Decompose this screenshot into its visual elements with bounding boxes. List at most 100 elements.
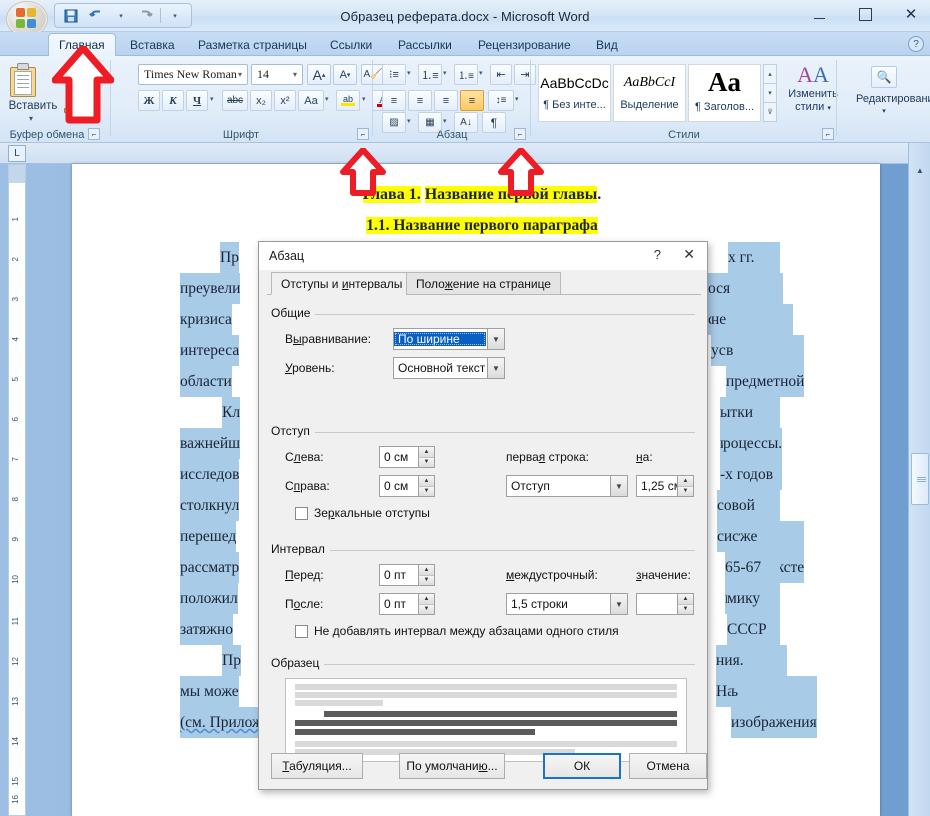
align-justify-icon[interactable]: ≡	[460, 90, 484, 111]
special-indent-combo[interactable]: Отступ ▼	[506, 475, 628, 497]
spacing-before-spinner[interactable]: 0 пт ▲▼	[379, 564, 435, 586]
grow-font-icon[interactable]: A▴	[307, 64, 331, 85]
spinner-arrows-icon[interactable]: ▲▼	[677, 594, 693, 614]
align-left-icon[interactable]: ≡	[382, 90, 406, 111]
tab-stop-selector[interactable]: L	[8, 145, 26, 162]
font-size-combo[interactable]: 14 ▾	[251, 64, 303, 85]
spacing-at-spinner[interactable]: ▲▼	[636, 593, 694, 615]
line-spacing-icon[interactable]: ↕≡	[488, 90, 514, 111]
align-center-icon[interactable]: ≡	[408, 90, 432, 111]
styles-scroll-down-icon[interactable]: ▾	[763, 84, 777, 103]
spinner-arrows-icon[interactable]: ▲▼	[418, 594, 434, 614]
mirror-indents-checkbox[interactable]: Зеркальные отступы	[295, 506, 430, 520]
editing-button[interactable]: 🔍 Редактирование ▾	[856, 66, 912, 115]
tab-recenzirovanie[interactable]: Рецензирование	[468, 33, 581, 56]
indent-by-spinner[interactable]: 1,25 см ▲▼	[636, 475, 694, 497]
outline-level-combo[interactable]: Основной текст ▼	[393, 357, 505, 379]
tabs-button[interactable]: Табуляция...	[271, 753, 363, 779]
chevron-down-icon[interactable]: ▼	[610, 476, 627, 496]
change-styles-button[interactable]: AA Изменить стили ▾	[784, 62, 842, 115]
customize-qat-icon[interactable]: ▾	[164, 6, 186, 26]
styles-gallery-scroll[interactable]: ▴ ▾ ⊽	[763, 64, 777, 122]
tab-rassylki[interactable]: Рассылки	[388, 33, 462, 56]
ok-button[interactable]: ОК	[543, 753, 621, 779]
minimize-button[interactable]	[806, 2, 832, 26]
styles-scroll-up-icon[interactable]: ▴	[763, 64, 777, 84]
numbering-icon[interactable]: ⒈≡	[418, 64, 442, 85]
dont-add-space-checkbox[interactable]: Не добавлять интервал между абзацами одн…	[295, 624, 619, 638]
spinner-arrows-icon[interactable]: ▲▼	[677, 476, 693, 496]
clipboard-dialog-launcher[interactable]: ⌐	[88, 128, 100, 140]
borders-dropdown-icon[interactable]: ▾	[443, 117, 447, 125]
maximize-button[interactable]	[852, 2, 878, 26]
undo-icon[interactable]	[85, 6, 107, 26]
horizontal-ruler[interactable]: 3 2 1 1 1 2 3 4 5 6 7 8 9 10 11 12 13 14…	[0, 143, 908, 164]
close-button[interactable]: ✕	[898, 2, 924, 26]
shrink-font-icon[interactable]: A▾	[333, 64, 357, 85]
undo-dropdown-icon[interactable]: ▾	[110, 6, 132, 26]
styles-more-icon[interactable]: ⊽	[763, 103, 777, 122]
highlight-icon[interactable]: ab	[336, 90, 360, 111]
line-spacing-combo[interactable]: 1,5 строки ▼	[506, 593, 628, 615]
change-case-dropdown-icon[interactable]: ▾	[325, 95, 329, 103]
multilevel-list-icon[interactable]: ⒈≡	[454, 64, 478, 85]
style-item-2[interactable]: Aa ¶ Заголов...	[688, 64, 761, 122]
spinner-arrows-icon[interactable]: ▲▼	[418, 565, 434, 585]
dialog-tab-indents[interactable]: Отступы и интервалы	[271, 272, 412, 295]
subscript-icon[interactable]: x₂	[250, 90, 272, 111]
vertical-ruler[interactable]: 1 2 3 4 5 6 7 8 9 10 11 12 13 14 15 16	[8, 164, 26, 816]
chevron-down-icon[interactable]: ▼	[487, 358, 504, 378]
highlight-dropdown-icon[interactable]: ▾	[362, 95, 366, 103]
help-icon[interactable]: ?	[908, 36, 924, 52]
spinner-arrows-icon[interactable]: ▲▼	[418, 476, 434, 496]
paste-dropdown-icon[interactable]: ▾	[29, 114, 33, 123]
spacing-after-spinner[interactable]: 0 пт ▲▼	[379, 593, 435, 615]
font-dialog-launcher[interactable]: ⌐	[357, 128, 369, 140]
indent-left-spinner[interactable]: 0 см ▲▼	[379, 446, 435, 468]
paste-icon[interactable]	[8, 62, 38, 98]
multilevel-dropdown-icon[interactable]: ▾	[479, 69, 483, 77]
shading-dropdown-icon[interactable]: ▾	[407, 117, 411, 125]
align-right-icon[interactable]: ≡	[434, 90, 458, 111]
increase-indent-icon[interactable]: ⇥	[514, 64, 536, 85]
cancel-button[interactable]: Отмена	[629, 753, 707, 779]
underline-dropdown-icon[interactable]: ▾	[210, 95, 214, 103]
decrease-indent-icon[interactable]: ⇤	[490, 64, 512, 85]
editing-dropdown-icon[interactable]: ▾	[856, 107, 912, 115]
paragraph-dialog-launcher[interactable]: ⌐	[514, 128, 526, 140]
tab-vid[interactable]: Вид	[586, 33, 628, 56]
dialog-close-button[interactable]: ✕	[683, 246, 695, 263]
italic-icon[interactable]: К	[162, 90, 184, 111]
style-item-1[interactable]: AaBbCcI Выделение	[613, 64, 686, 122]
scrollbar-thumb[interactable]	[911, 453, 929, 505]
line-spacing-dropdown-icon[interactable]: ▾	[515, 95, 519, 103]
chevron-down-icon[interactable]: ▼	[610, 594, 627, 614]
styles-dialog-launcher[interactable]: ⌐	[822, 128, 834, 140]
superscript-icon[interactable]: x²	[274, 90, 296, 111]
chevron-down-icon[interactable]: ▼	[487, 329, 504, 349]
tab-ssylki[interactable]: Ссылки	[320, 33, 382, 56]
alignment-combo[interactable]: По ширине ▼	[393, 328, 505, 350]
change-case-icon[interactable]: Aa	[298, 90, 324, 111]
underline-icon[interactable]: Ч	[186, 90, 208, 111]
scroll-up-icon[interactable]: ▲	[912, 163, 928, 178]
paragraph-dialog[interactable]: Абзац ? ✕ Отступы и интервалы Положение …	[258, 241, 708, 790]
tab-vstavka[interactable]: Вставка	[120, 33, 185, 56]
default-button[interactable]: По умолчанию...	[399, 753, 505, 779]
document-body[interactable]: Глава 1. Название первой главы. 1.1. Наз…	[182, 180, 782, 241]
style-item-0[interactable]: AaBbCcDc ¶ Без инте...	[538, 64, 611, 122]
strikethrough-icon[interactable]: abc	[222, 90, 248, 111]
bold-icon[interactable]: Ж	[138, 90, 160, 111]
numbering-dropdown-icon[interactable]: ▾	[443, 69, 447, 77]
font-name-combo[interactable]: Times New Roman ▾	[138, 64, 248, 85]
save-icon[interactable]	[60, 6, 82, 26]
bullets-dropdown-icon[interactable]: ▾	[407, 69, 411, 77]
dialog-tab-position[interactable]: Положение на странице	[406, 272, 561, 295]
dialog-help-button[interactable]: ?	[654, 247, 661, 262]
spinner-arrows-icon[interactable]: ▲▼	[418, 447, 434, 467]
indent-right-spinner[interactable]: 0 см ▲▼	[379, 475, 435, 497]
bullets-icon[interactable]: ⁝≡	[382, 64, 406, 85]
tab-razmetka[interactable]: Разметка страницы	[188, 33, 317, 56]
vertical-scrollbar[interactable]: ▲	[908, 143, 930, 816]
redo-icon[interactable]	[135, 6, 157, 26]
